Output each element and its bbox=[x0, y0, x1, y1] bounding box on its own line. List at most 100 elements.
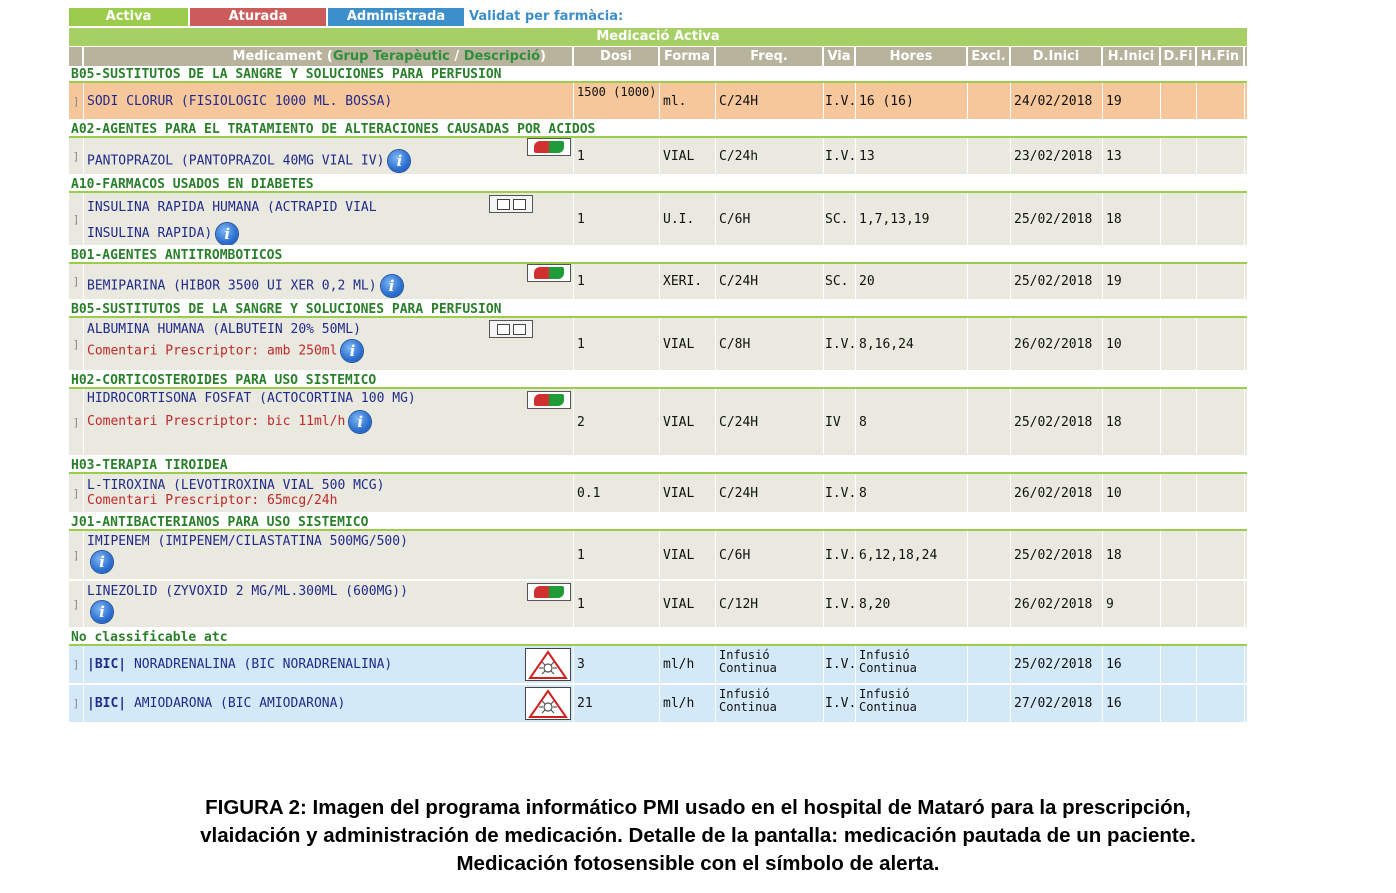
dose-cell: 1 bbox=[574, 193, 660, 245]
alert-icon[interactable] bbox=[527, 264, 571, 282]
header-medicament[interactable]: Medicament (Grup Terapèutic / Descripció… bbox=[84, 47, 574, 66]
transfer-icon[interactable] bbox=[489, 195, 533, 213]
header-hores[interactable]: Hores bbox=[856, 47, 968, 66]
table-row[interactable]: ] SODI CLORUR (FISIOLOGIC 1000 ML. BOSSA… bbox=[69, 83, 1247, 121]
table-row[interactable]: ] |BIC| NORADRENALINA (BIC NORADRENALINA… bbox=[69, 646, 1247, 685]
header-data-fi[interactable]: D.Fi bbox=[1161, 47, 1197, 66]
table-row[interactable]: ] LINEZOLID (ZYVOXID 2 MG/ML.300ML (600M… bbox=[69, 581, 1247, 629]
start-date-cell: 26/02/2018 bbox=[1011, 474, 1103, 512]
hours-cell: 6,12,18,24 bbox=[856, 531, 968, 579]
row-select-marker[interactable]: ] bbox=[69, 138, 84, 174]
end-date-cell bbox=[1161, 685, 1197, 722]
med-name: NORADRENALINA (BIC NORADRENALINA) bbox=[133, 657, 393, 672]
start-date-cell: 27/02/2018 bbox=[1011, 685, 1103, 722]
table-row[interactable]: ] BEMIPARINA (HIBOR 3500 UI XER 0,2 ML) i… bbox=[69, 264, 1247, 301]
table-row[interactable]: ] PANTOPRAZOL (PANTOPRAZOL 40MG VIAL IV)… bbox=[69, 138, 1247, 176]
row-select-marker[interactable]: ] bbox=[69, 474, 84, 512]
table-row[interactable]: ] L-TIROXINA (LEVOTIROXINA VIAL 500 MCG)… bbox=[69, 474, 1247, 514]
table-row[interactable]: ] INSULINA RAPIDA HUMANA (ACTRAPID VIAL … bbox=[69, 193, 1247, 247]
therapeutic-group: H02-CORTICOSTEROIDES PARA USO SISTEMICO bbox=[69, 372, 1247, 389]
start-hour-cell: 18 bbox=[1103, 193, 1161, 245]
table-row[interactable]: ] IMIPENEM (IMIPENEM/CILASTATINA 500MG/5… bbox=[69, 531, 1247, 581]
therapeutic-group: B05-SUSTITUTOS DE LA SANGRE Y SOLUCIONES… bbox=[69, 301, 1247, 318]
hours-cell: 13 bbox=[856, 138, 968, 174]
header-hora-inici[interactable]: H.Inici bbox=[1103, 47, 1161, 66]
row-select-marker[interactable]: ] bbox=[69, 83, 84, 119]
start-date-cell: 26/02/2018 bbox=[1011, 581, 1103, 627]
row-select-marker[interactable]: ] bbox=[69, 646, 84, 683]
header-dosi[interactable]: Dosi bbox=[574, 47, 660, 66]
info-icon[interactable]: i bbox=[341, 340, 364, 362]
therapeutic-group: B05-SUSTITUTOS DE LA SANGRE Y SOLUCIONES… bbox=[69, 66, 1247, 83]
table-row[interactable]: ] HIDROCORTISONA FOSFAT (ACTOCORTINA 100… bbox=[69, 389, 1247, 457]
med-name-cell: SODI CLORUR (FISIOLOGIC 1000 ML. BOSSA) bbox=[84, 83, 574, 119]
med-name-cell: BEMIPARINA (HIBOR 3500 UI XER 0,2 ML) i bbox=[84, 264, 574, 299]
excl-cell bbox=[968, 318, 1011, 370]
alert-icon[interactable] bbox=[527, 583, 571, 601]
alert-icon[interactable] bbox=[527, 391, 571, 409]
header-forma[interactable]: Forma bbox=[660, 47, 716, 66]
transfer-icon[interactable] bbox=[489, 320, 533, 338]
info-icon[interactable]: i bbox=[388, 150, 411, 172]
prescriber-comment: Comentari Prescriptor: bic 11ml/h bbox=[87, 414, 346, 429]
start-hour-cell: 16 bbox=[1103, 646, 1161, 683]
row-select-marker[interactable]: ] bbox=[69, 318, 84, 370]
end-date-cell bbox=[1161, 83, 1197, 119]
end-date-cell bbox=[1161, 318, 1197, 370]
row-select-marker[interactable]: ] bbox=[69, 581, 84, 627]
start-hour-cell: 16 bbox=[1103, 685, 1161, 722]
start-date-cell: 25/02/2018 bbox=[1011, 193, 1103, 245]
row-select-marker[interactable]: ] bbox=[69, 193, 84, 245]
header-hora-fi[interactable]: H.Fin bbox=[1197, 47, 1245, 66]
route-cell: I.V. bbox=[824, 138, 856, 174]
tab-administrada[interactable]: Administrada bbox=[328, 8, 466, 26]
info-icon[interactable]: i bbox=[91, 551, 113, 573]
header-select bbox=[69, 47, 84, 66]
header-med-group: Grup Terapèutic bbox=[332, 49, 450, 64]
route-cell: I.V. bbox=[824, 83, 856, 119]
row-select-marker[interactable]: ] bbox=[69, 264, 84, 299]
info-icon[interactable]: i bbox=[380, 275, 403, 297]
table-row[interactable]: ] ALBUMINA HUMANA (ALBUTEIN 20% 50ML) Co… bbox=[69, 318, 1247, 372]
tab-activa[interactable]: Activa bbox=[69, 8, 190, 26]
med-name: PANTOPRAZOL (PANTOPRAZOL 40MG VIAL IV) bbox=[87, 153, 385, 169]
header-via[interactable]: Via bbox=[824, 47, 856, 66]
row-select-marker[interactable]: ] bbox=[69, 531, 84, 579]
bic-tag: |BIC| bbox=[87, 657, 127, 672]
tab-aturada[interactable]: Aturada bbox=[190, 8, 328, 26]
therapeutic-group: No classificable atc bbox=[69, 629, 1247, 646]
info-icon[interactable]: i bbox=[349, 410, 372, 433]
row-select-marker[interactable]: ] bbox=[69, 685, 84, 722]
excl-cell bbox=[968, 389, 1011, 455]
header-data-inici[interactable]: D.Inici bbox=[1011, 47, 1103, 66]
header-excl[interactable]: Excl. bbox=[968, 47, 1011, 66]
freq-cell: C/6H bbox=[716, 531, 824, 579]
info-icon[interactable]: i bbox=[91, 601, 113, 623]
end-date-cell bbox=[1161, 646, 1197, 683]
hours-cell: 8 bbox=[856, 389, 968, 455]
freq-cell: C/24h bbox=[716, 138, 824, 174]
route-cell: I.V. bbox=[824, 531, 856, 579]
form-cell: VIAL bbox=[660, 389, 716, 455]
info-icon[interactable]: i bbox=[216, 222, 239, 245]
form-cell: VIAL bbox=[660, 531, 716, 579]
photosensitive-alert-icon[interactable] bbox=[525, 687, 571, 720]
form-cell: VIAL bbox=[660, 581, 716, 627]
form-cell: ml. bbox=[660, 83, 716, 119]
table-row[interactable]: ] |BIC| AMIODARONA (BIC AMIODARONA) 21 m… bbox=[69, 685, 1247, 724]
dose-cell: 1 bbox=[574, 138, 660, 174]
photosensitive-alert-icon[interactable] bbox=[525, 648, 571, 681]
dose-cell: 0.1 bbox=[574, 474, 660, 512]
alert-icon[interactable] bbox=[527, 138, 571, 156]
med-name-cell: |BIC| NORADRENALINA (BIC NORADRENALINA) bbox=[84, 646, 574, 683]
caption-line-2: vlaidación y administración de medicació… bbox=[200, 824, 1196, 847]
hours-cell: Infusió Continua bbox=[856, 646, 968, 683]
status-tabs: Activa Aturada Administrada Validat per … bbox=[69, 8, 1247, 26]
hours-cell: 20 bbox=[856, 264, 968, 299]
header-med-desc: Descripció bbox=[463, 49, 541, 64]
header-freq[interactable]: Freq. bbox=[716, 47, 824, 66]
end-date-cell bbox=[1161, 531, 1197, 579]
freq-cell: C/12H bbox=[716, 581, 824, 627]
caption-line-1: FIGURA 2: Imagen del programa informátic… bbox=[205, 796, 1191, 819]
row-select-marker[interactable]: ] bbox=[69, 389, 84, 455]
